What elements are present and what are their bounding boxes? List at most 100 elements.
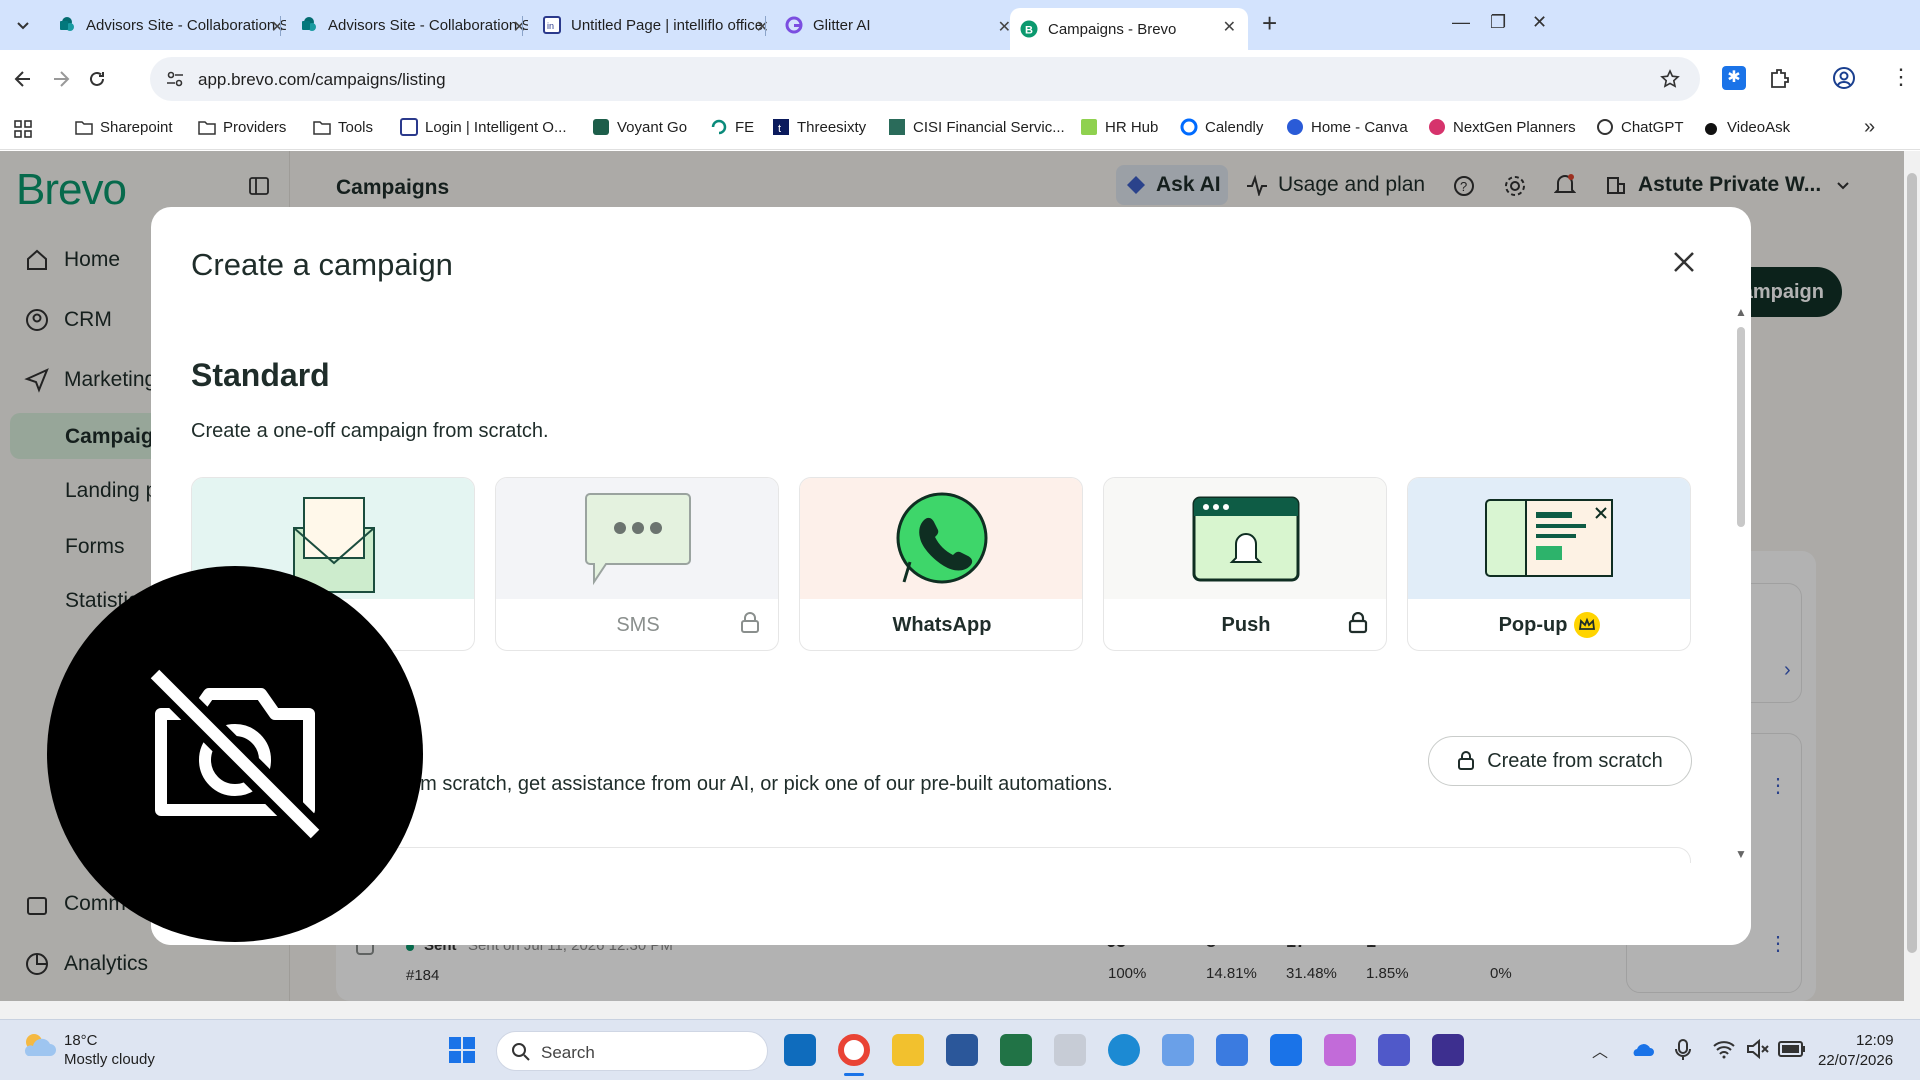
wifi-icon[interactable] [1712, 1038, 1736, 1060]
outlook-icon[interactable] [784, 1034, 816, 1066]
address-bar[interactable]: app.brevo.com/campaigns/listing [150, 57, 1700, 101]
battery-icon[interactable] [1778, 1040, 1806, 1058]
close-icon[interactable]: ✕ [1223, 17, 1236, 37]
bookmark-label: Sharepoint [100, 118, 173, 136]
bookmark-tools[interactable]: Tools [313, 118, 373, 136]
tab-title: Advisors Site - Collaboration Si [86, 16, 286, 34]
close-icon[interactable]: ✕ [513, 17, 526, 37]
word-icon[interactable] [946, 1034, 978, 1066]
minimize-icon[interactable]: — [1452, 12, 1470, 33]
reload-icon[interactable] [86, 68, 108, 90]
weather-cloud-icon[interactable] [20, 1030, 56, 1060]
menu-icon[interactable]: ⋮ [1890, 64, 1912, 90]
window-close-icon[interactable]: ✕ [1532, 12, 1547, 33]
card-label: Push [1221, 614, 1271, 636]
browser-tab-active[interactable]: B Campaigns - Brevo ✕ [1010, 8, 1248, 50]
browser-tab[interactable]: Advisors Site - Collaboration Si ✕ [48, 8, 296, 42]
canva-icon [1287, 119, 1303, 135]
app-icon[interactable] [1216, 1034, 1248, 1066]
page-vertical-scrollbar[interactable] [1904, 151, 1920, 1001]
puzzle-icon[interactable] [1768, 66, 1792, 90]
section-description: Create a one-off campaign from scratch. [191, 420, 549, 442]
bookmark-cisi[interactable]: CISI Financial Servic... [888, 118, 1065, 136]
campaign-type-popup[interactable]: Pop-up [1407, 477, 1691, 651]
close-icon[interactable]: ✕ [998, 17, 1011, 37]
close-icon[interactable] [1671, 249, 1697, 275]
app-icon[interactable] [1432, 1034, 1464, 1066]
browser-tab[interactable]: Advisors Site - Collaboration Si ✕ [290, 8, 538, 42]
bookmark-voyant[interactable]: Voyant Go [592, 118, 687, 136]
bookmark-calendly[interactable]: Calendly [1180, 118, 1263, 136]
lock-icon [1458, 751, 1475, 770]
scroll-thumb[interactable] [1907, 173, 1917, 953]
more-bookmarks-icon[interactable]: » [1864, 116, 1875, 139]
svg-text:B: B [1025, 25, 1033, 37]
bookmark-login[interactable]: Login | Intelligent O... [400, 118, 566, 136]
teams-icon[interactable] [1378, 1034, 1410, 1066]
snipping-tool-icon[interactable] [1162, 1034, 1194, 1066]
bookmark-hr-hub[interactable]: HR Hub [1080, 118, 1158, 136]
scroll-down-icon[interactable]: ▼ [1735, 847, 1747, 861]
section-description: om scratch, get assistance from our AI, … [409, 773, 1113, 795]
campaign-type-sms[interactable]: SMS [495, 477, 779, 651]
edge-icon[interactable] [1108, 1034, 1140, 1066]
bookmark-label: NextGen Planners [1453, 118, 1576, 136]
card-label: SMS [616, 614, 660, 636]
taskbar-search[interactable]: Search [496, 1031, 768, 1071]
campaign-type-whatsapp[interactable]: WhatsApp [799, 477, 1083, 651]
app-icon[interactable] [1270, 1034, 1302, 1066]
clock-date[interactable]: 22/07/2026 [1818, 1052, 1893, 1069]
apps-grid-icon[interactable] [14, 120, 32, 138]
browser-tab[interactable]: Glitter AI ✕ [775, 8, 1023, 42]
clock-time[interactable]: 12:09 [1856, 1032, 1894, 1049]
profile-icon[interactable] [1832, 66, 1856, 90]
scroll-up-icon[interactable]: ▲ [1735, 305, 1747, 319]
app-icon[interactable] [1054, 1034, 1086, 1066]
bookmark-providers[interactable]: Providers [198, 118, 286, 136]
browser-tab-strip: Advisors Site - Collaboration Si ✕ Advis… [0, 0, 1920, 50]
campaign-type-push[interactable]: Push [1103, 477, 1387, 651]
back-icon[interactable] [12, 68, 34, 90]
forward-icon[interactable] [50, 68, 72, 90]
modal-scrollbar[interactable] [1737, 327, 1745, 527]
hr-hub-icon [1081, 119, 1097, 135]
bookmark-fe[interactable]: FE [710, 118, 754, 136]
sharepoint-icon [302, 17, 316, 31]
new-tab-button[interactable]: + [1262, 8, 1277, 39]
bookmark-videoask[interactable]: VideoAsk [1702, 118, 1790, 136]
tab-search-button[interactable] [12, 14, 34, 36]
bookmark-nextgen[interactable]: NextGen Planners [1428, 118, 1576, 136]
bookmark-label: VideoAsk [1727, 118, 1791, 136]
site-info-icon[interactable] [166, 70, 184, 88]
microphone-icon[interactable] [1674, 1038, 1692, 1062]
bookmark-canva[interactable]: Home - Canva [1286, 118, 1408, 136]
url-text: app.brevo.com/campaigns/listing [198, 70, 446, 89]
windows-start-icon[interactable] [448, 1036, 476, 1064]
bookmark-threesixty[interactable]: t Threesixty [772, 118, 866, 136]
close-icon[interactable]: ✕ [271, 17, 284, 37]
onedrive-icon[interactable] [1630, 1040, 1654, 1058]
card-label: WhatsApp [892, 614, 992, 636]
svg-text:in: in [547, 21, 554, 31]
page-horizontal-scrollbar[interactable] [0, 1001, 1920, 1019]
chevron-up-icon[interactable]: ︿ [1592, 1038, 1608, 1062]
volume-muted-icon[interactable] [1746, 1038, 1770, 1060]
extension-icon[interactable]: ✱ [1722, 66, 1746, 90]
m365-icon[interactable] [1324, 1034, 1356, 1066]
videoask-icon [1705, 123, 1717, 135]
bookmark-chatgpt[interactable]: ChatGPT [1596, 118, 1684, 136]
create-from-scratch-label: Create from scratch [1487, 749, 1663, 772]
excel-icon[interactable] [1000, 1034, 1032, 1066]
create-from-scratch-button[interactable]: Create from scratch [1428, 736, 1692, 786]
file-explorer-icon[interactable] [892, 1034, 924, 1066]
star-icon[interactable] [1660, 69, 1680, 89]
bookmark-label: Home - Canva [1311, 118, 1408, 136]
calendly-icon [1180, 118, 1198, 136]
popup-icon [1408, 478, 1690, 599]
threesixty-icon: t [773, 119, 789, 135]
restore-icon[interactable]: ❐ [1490, 12, 1506, 33]
bookmark-sharepoint[interactable]: Sharepoint [75, 118, 173, 136]
browser-tab[interactable]: in Untitled Page | intelliflo office ✕ [533, 8, 781, 42]
chrome-icon[interactable] [838, 1034, 870, 1066]
close-icon[interactable]: ✕ [756, 17, 769, 37]
